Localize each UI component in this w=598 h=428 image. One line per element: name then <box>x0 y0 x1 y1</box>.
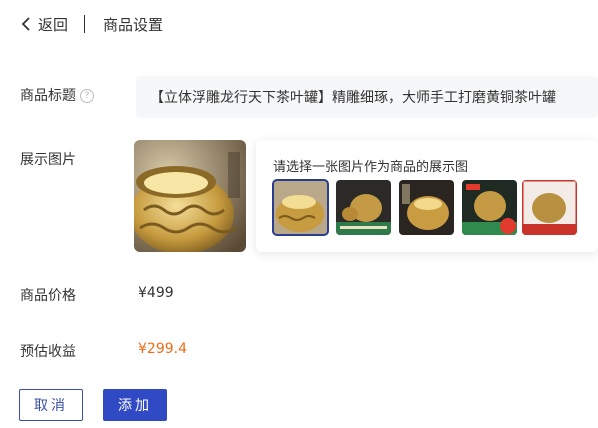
price-value: ¥499 <box>138 285 174 301</box>
title-label: 商品标题 <box>20 88 76 104</box>
help-icon[interactable]: ? <box>80 89 94 103</box>
title-label-row: 商品标题? <box>20 85 94 105</box>
main-product-image <box>134 140 246 252</box>
thumbnail-1[interactable] <box>272 179 329 236</box>
title-field[interactable]: 【立体浮雕龙行天下茶叶罐】精雕细琢，大师手工打磨黄铜茶叶罐 <box>136 76 598 118</box>
thumbnail-5[interactable] <box>522 180 577 235</box>
thumbnail-2[interactable] <box>336 180 391 235</box>
header: 返回 商品设置 <box>0 0 598 48</box>
image-picker-panel: 请选择一张图片作为商品的展示图 <box>256 140 598 252</box>
cancel-button[interactable]: 取消 <box>19 389 83 421</box>
thumbnail-4[interactable] <box>462 180 517 235</box>
picker-title: 请选择一张图片作为商品的展示图 <box>273 160 469 175</box>
header-divider <box>84 15 85 33</box>
thumbnail-3[interactable] <box>399 180 454 235</box>
page-title: 商品设置 <box>103 16 164 34</box>
earnings-label: 预估收益 <box>20 344 76 360</box>
price-label: 商品价格 <box>20 288 76 304</box>
title-value: 【立体浮雕龙行天下茶叶罐】精雕细琢，大师手工打磨黄铜茶叶罐 <box>150 90 556 106</box>
add-button[interactable]: 添加 <box>103 389 167 421</box>
back-label: 返回 <box>38 15 69 34</box>
images-label: 展示图片 <box>20 152 76 168</box>
earnings-value: ¥299.4 <box>138 341 187 357</box>
back-link[interactable]: 返回 <box>20 14 68 34</box>
chevron-left-icon <box>21 17 30 31</box>
